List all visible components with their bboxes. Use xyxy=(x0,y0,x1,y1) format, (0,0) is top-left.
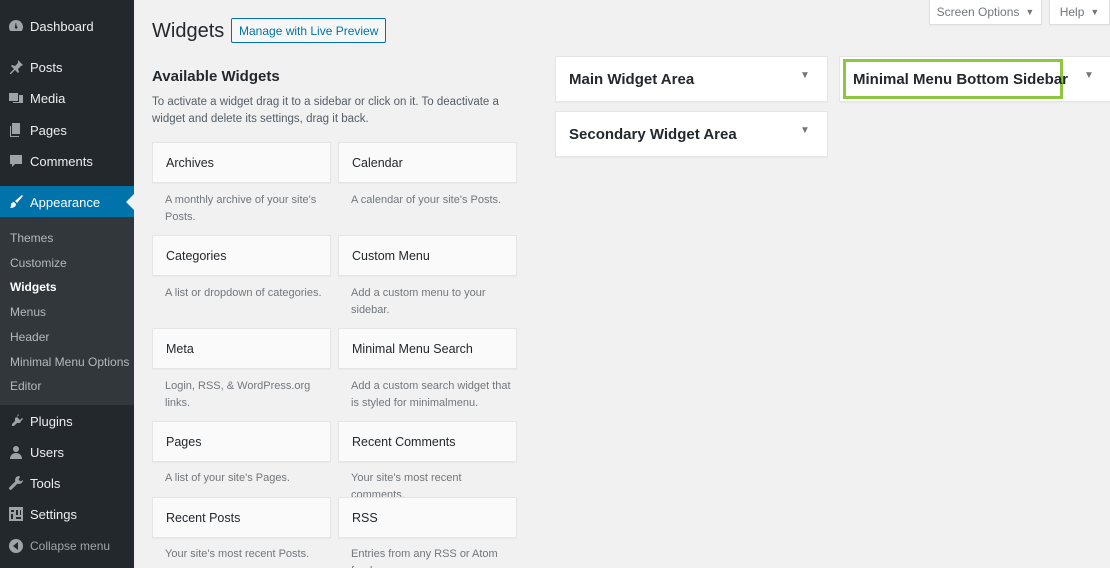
comment-icon xyxy=(8,153,24,169)
sidebar-minimal-menu-bottom[interactable]: Minimal Menu Bottom Sidebar ▼ xyxy=(839,56,1110,102)
submenu-item-header[interactable]: Header xyxy=(10,330,49,344)
menu-label-collapse: Collapse menu xyxy=(30,539,111,553)
widget-calendar[interactable]: Calendar xyxy=(338,142,517,183)
available-widgets-description: To activate a widget drag it to a sideba… xyxy=(152,96,499,125)
menu-label-plugins: Plugins xyxy=(30,413,73,429)
widget-description: A calendar of your site's Posts. xyxy=(351,194,502,206)
available-widgets-title: Available Widgets xyxy=(152,68,280,85)
widget-minimal-menu-search[interactable]: Minimal Menu Search xyxy=(338,328,517,369)
menu-item-media[interactable]: Media xyxy=(0,82,134,114)
menu-item-plugins[interactable]: Plugins xyxy=(0,405,134,437)
widget-rss[interactable]: RSS xyxy=(338,497,517,538)
widget-description: Login, RSS, & WordPress.org links. xyxy=(165,380,311,409)
menu-label-tools: Tools xyxy=(30,475,61,491)
live-preview-button[interactable]: Manage with Live Preview xyxy=(231,18,387,43)
menu-label-dashboard: Dashboard xyxy=(30,18,94,34)
collapse-menu-button[interactable]: Collapse menu xyxy=(0,530,134,562)
caret-down-icon: ▼ xyxy=(1090,7,1100,17)
submenu-item-menus[interactable]: Menus xyxy=(10,305,46,319)
sidebar-title: Secondary Widget Area xyxy=(569,126,737,143)
admin-sidebar: Dashboard Posts Media Pages Comments App… xyxy=(0,0,134,568)
help-button[interactable]: Help ▼ xyxy=(1049,0,1110,25)
menu-item-tools[interactable]: Tools xyxy=(0,467,134,499)
appearance-submenu: Themes Customize Widgets Menus Header Mi… xyxy=(0,217,134,405)
dashboard-icon xyxy=(8,18,24,34)
settings-icon xyxy=(8,506,24,522)
menu-label-settings: Settings xyxy=(30,506,77,522)
menu-label-pages: Pages xyxy=(30,122,67,138)
widget-categories[interactable]: Categories xyxy=(152,235,331,276)
submenu-item-minimal-menu-options[interactable]: Minimal Menu Options xyxy=(10,355,129,369)
submenu-item-editor[interactable]: Editor xyxy=(10,379,41,393)
menu-label-media: Media xyxy=(30,90,66,106)
menu-item-pages[interactable]: Pages xyxy=(0,114,134,146)
wrench-icon xyxy=(8,475,24,491)
menu-item-comments[interactable]: Comments xyxy=(0,145,134,177)
submenu-item-themes[interactable]: Themes xyxy=(10,231,53,245)
widget-description: A list or dropdown of categories. xyxy=(165,287,322,299)
screen-options-button[interactable]: Screen Options ▼ xyxy=(929,0,1042,25)
widget-description: Entries from any RSS or Atom feed. xyxy=(351,548,498,568)
users-icon xyxy=(8,444,24,460)
collapse-icon xyxy=(8,538,24,554)
widget-title: Pages xyxy=(166,435,202,449)
sidebar-secondary-widget-area[interactable]: Secondary Widget Area ▼ xyxy=(555,111,828,157)
menu-item-appearance[interactable]: Appearance xyxy=(0,186,134,218)
caret-down-icon: ▼ xyxy=(1025,7,1035,17)
submenu-item-widgets[interactable]: Widgets xyxy=(10,280,57,294)
menu-item-settings[interactable]: Settings xyxy=(0,498,134,530)
help-label: Help xyxy=(1059,5,1085,19)
media-icon xyxy=(8,90,24,106)
widget-custom-menu[interactable]: Custom Menu xyxy=(338,235,517,276)
widget-title: Calendar xyxy=(352,156,403,170)
widget-description: Add a custom menu to your sidebar. xyxy=(351,287,486,316)
pages-icon xyxy=(8,122,24,138)
menu-label-appearance: Appearance xyxy=(30,194,101,210)
widget-recent-posts[interactable]: Recent Posts xyxy=(152,497,331,538)
menu-item-users[interactable]: Users xyxy=(0,436,134,468)
toggle-arrow-icon[interactable]: ▼ xyxy=(1084,70,1094,81)
plugin-icon xyxy=(8,413,24,429)
submenu-item-customize[interactable]: Customize xyxy=(10,256,67,270)
widget-title: Categories xyxy=(166,249,227,263)
menu-item-dashboard[interactable]: Dashboard xyxy=(0,10,134,42)
menu-label-users: Users xyxy=(30,444,64,460)
widget-title: Minimal Menu Search xyxy=(352,342,473,356)
sidebar-main-widget-area[interactable]: Main Widget Area ▼ xyxy=(555,56,828,102)
paintbrush-icon xyxy=(8,194,24,210)
toggle-arrow-icon[interactable]: ▼ xyxy=(800,70,810,81)
widget-description: A list of your site's Pages. xyxy=(165,472,290,484)
widget-title: RSS xyxy=(352,511,378,525)
menu-label-comments: Comments xyxy=(30,153,93,169)
sidebar-title: Minimal Menu Bottom Sidebar xyxy=(853,71,1069,88)
widget-description: Your site's most recent Posts. xyxy=(165,548,310,560)
widget-pages[interactable]: Pages xyxy=(152,421,331,462)
current-menu-arrow xyxy=(126,194,134,210)
menu-label-posts: Posts xyxy=(30,59,63,75)
sidebar-title: Main Widget Area xyxy=(569,71,695,88)
menu-item-posts[interactable]: Posts xyxy=(0,51,134,83)
widget-description: A monthly archive of your site's Posts. xyxy=(165,194,317,223)
widget-meta[interactable]: Meta xyxy=(152,328,331,369)
screen-options-label: Screen Options xyxy=(936,5,1020,19)
widget-title: Recent Comments xyxy=(352,435,456,449)
widget-title: Recent Posts xyxy=(166,511,241,525)
widget-title: Archives xyxy=(166,156,214,170)
toggle-arrow-icon[interactable]: ▼ xyxy=(800,125,810,136)
pushpin-icon xyxy=(8,59,24,75)
widget-title: Meta xyxy=(166,342,194,356)
widget-title: Custom Menu xyxy=(352,249,430,263)
widget-archives[interactable]: Archives xyxy=(152,142,331,183)
widget-description: Add a custom search widget that is style… xyxy=(351,380,511,409)
widget-recent-comments[interactable]: Recent Comments xyxy=(338,421,517,462)
page-title: Widgets xyxy=(152,20,225,42)
